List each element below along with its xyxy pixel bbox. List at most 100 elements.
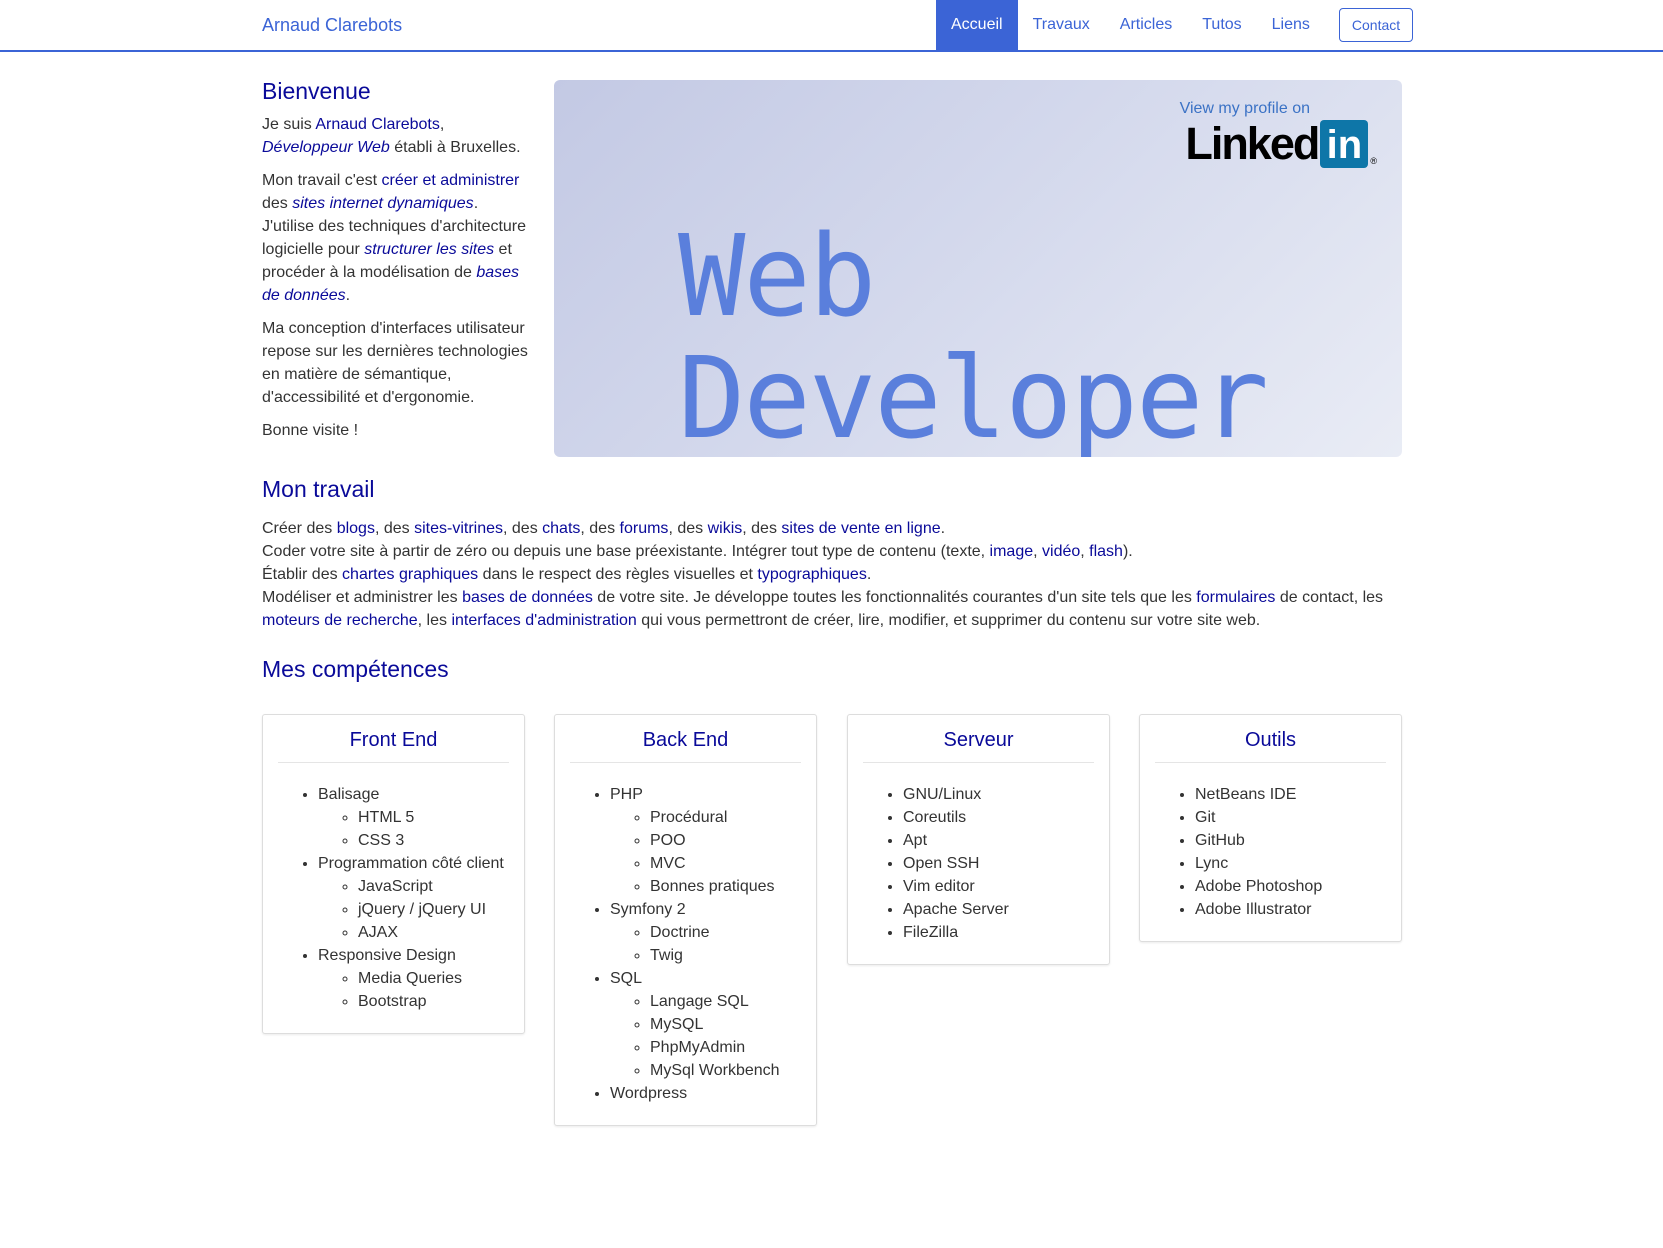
work-text: Coder votre site à partir de zéro ou dep…: [262, 543, 990, 560]
work-text: Créer des blogs, des sites-vitrines, des…: [262, 517, 1402, 632]
intro-paragraph-2: Mon travail c'est créer et administrer d…: [262, 169, 532, 307]
list-item: Open SSH: [903, 852, 1109, 875]
hero-line-web: Web: [678, 212, 876, 342]
hero-line-developer: Developer: [678, 334, 1269, 457]
card-title: Back End: [570, 729, 801, 763]
nav-item-liens[interactable]: Liens: [1257, 0, 1325, 50]
registered-mark: ®: [1370, 156, 1377, 166]
skill-list: GNU/Linux Coreutils Apt Open SSH Vim edi…: [848, 783, 1109, 944]
work-text: ,: [1080, 543, 1090, 560]
linkedin-logo[interactable]: Linked in ®: [1185, 120, 1377, 168]
sub-list: Procédural POO MVC Bonnes pratiques: [610, 806, 816, 898]
list-item: Langage SQL: [650, 990, 816, 1013]
intro-paragraph-4: Bonne visite !: [262, 422, 359, 439]
link-sites-dynamiques[interactable]: sites internet dynamiques: [292, 195, 473, 212]
skill-list: PHP Procédural POO MVC Bonnes pratiques …: [555, 783, 816, 1105]
skill-group-label: Responsive Design: [318, 947, 456, 964]
intro-section: Bienvenue Je suis Arnaud Clarebots, Déve…: [262, 78, 532, 452]
link-flash[interactable]: flash: [1089, 543, 1123, 560]
link-formulaires[interactable]: formulaires: [1196, 589, 1275, 606]
author-link[interactable]: Arnaud Clarebots: [315, 116, 440, 133]
link-blogs[interactable]: blogs: [337, 520, 375, 537]
list-item: Git: [1195, 806, 1401, 829]
work-line-4: Modéliser et administrer les bases de do…: [262, 586, 1402, 632]
list-item: jQuery / jQuery UI: [358, 898, 524, 921]
link-forums[interactable]: forums: [620, 520, 669, 537]
link-image[interactable]: image: [990, 543, 1034, 560]
link-bases-de-donnees[interactable]: bases de données: [462, 589, 593, 606]
link-creer-administrer[interactable]: créer et administrer: [382, 172, 520, 189]
work-text: Modéliser et administrer les: [262, 589, 463, 606]
nav-item-travaux[interactable]: Travaux: [1018, 0, 1105, 50]
link-moteurs-recherche[interactable]: moteurs de recherche: [262, 612, 418, 629]
intro-text: établi à Bruxelles.: [389, 139, 521, 156]
work-text: , des: [668, 520, 708, 537]
brand-link[interactable]: Arnaud Clarebots: [262, 15, 402, 36]
intro-text: Mon travail c'est: [262, 172, 382, 189]
intro-text: .: [345, 287, 351, 304]
card-title: Outils: [1155, 729, 1386, 763]
list-item: PhpMyAdmin: [650, 1036, 816, 1059]
nav-item-articles[interactable]: Articles: [1105, 0, 1187, 50]
work-text: dans le respect des règles visuelles et: [478, 566, 758, 583]
link-chartes-graphiques[interactable]: chartes graphiques: [342, 566, 478, 583]
card-title: Front End: [278, 729, 509, 763]
link-typographiques[interactable]: typographiques: [757, 566, 866, 583]
list-item: MySQL: [650, 1013, 816, 1036]
work-text: de contact, les: [1275, 589, 1384, 606]
list-item: Bonnes pratiques: [650, 875, 816, 898]
work-section: Mon travail Créer des blogs, des sites-v…: [262, 476, 1402, 632]
work-line-1: Créer des blogs, des sites-vitrines, des…: [262, 517, 1402, 540]
skill-card-outils: Outils NetBeans IDE Git GitHub Lync Adob…: [1139, 714, 1402, 942]
list-item: Programmation côté client JavaScript jQu…: [318, 852, 524, 944]
linkedin-caption-link[interactable]: View my profile on: [1180, 100, 1310, 118]
work-text: ,: [1033, 543, 1043, 560]
link-chats[interactable]: chats: [542, 520, 580, 537]
list-item: Symfony 2 Doctrine Twig: [610, 898, 816, 967]
work-text: , des: [503, 520, 543, 537]
list-item: Responsive Design Media Queries Bootstra…: [318, 944, 524, 1013]
work-text: , des: [374, 520, 415, 537]
linkedin-in-icon: in: [1320, 120, 1369, 168]
skill-group-label: Balisage: [318, 786, 380, 803]
work-text: Établir des: [262, 566, 343, 583]
work-text: .: [866, 566, 872, 583]
link-video[interactable]: vidéo: [1042, 543, 1080, 560]
link-wikis[interactable]: wikis: [708, 520, 743, 537]
link-structurer-sites[interactable]: structurer les sites: [364, 241, 494, 258]
list-item: MySql Workbench: [650, 1059, 816, 1082]
list-item: AJAX: [358, 921, 524, 944]
list-item: PHP Procédural POO MVC Bonnes pratiques: [610, 783, 816, 898]
intro-title: Bienvenue: [262, 78, 371, 104]
skill-group-label: SQL: [610, 970, 643, 987]
contact-button[interactable]: Contact: [1338, 8, 1414, 42]
skills-title: Mes compétences: [262, 656, 449, 682]
link-sites-vitrines[interactable]: sites-vitrines: [414, 520, 503, 537]
work-text: ).: [1122, 543, 1133, 560]
list-item: JavaScript: [358, 875, 524, 898]
intro-paragraph-1: Je suis Arnaud Clarebots, Développeur We…: [262, 113, 532, 159]
sub-list: Langage SQL MySQL PhpMyAdmin MySql Workb…: [610, 990, 816, 1082]
top-navbar: Arnaud Clarebots Accueil Travaux Article…: [0, 0, 1663, 52]
skill-list: NetBeans IDE Git GitHub Lync Adobe Photo…: [1140, 783, 1401, 921]
list-item: Lync: [1195, 852, 1401, 875]
sub-list: JavaScript jQuery / jQuery UI AJAX: [318, 875, 524, 944]
work-line-3: Établir des chartes graphiques dans le r…: [262, 563, 1402, 586]
main-nav: Accueil Travaux Articles Tutos Liens Con…: [936, 0, 1414, 50]
link-interfaces-administration[interactable]: interfaces d'administration: [451, 612, 636, 629]
list-item: MVC: [650, 852, 816, 875]
skill-group-label: PHP: [610, 786, 643, 803]
list-item: Twig: [650, 944, 816, 967]
skill-group-label: Programmation côté client: [318, 855, 504, 872]
intro-text: ,: [439, 116, 445, 133]
link-vente-en-ligne[interactable]: sites de vente en ligne: [781, 520, 940, 537]
nav-item-tutos[interactable]: Tutos: [1187, 0, 1256, 50]
list-item: Balisage HTML 5 CSS 3: [318, 783, 524, 852]
nav-item-accueil[interactable]: Accueil: [936, 0, 1018, 50]
work-text: , les: [417, 612, 452, 629]
sub-list: Doctrine Twig: [610, 921, 816, 967]
work-text: qui vous permettront de créer, lire, mod…: [636, 612, 1261, 629]
list-item: NetBeans IDE: [1195, 783, 1401, 806]
work-text: Créer des: [262, 520, 337, 537]
intro-text: des: [262, 195, 293, 212]
